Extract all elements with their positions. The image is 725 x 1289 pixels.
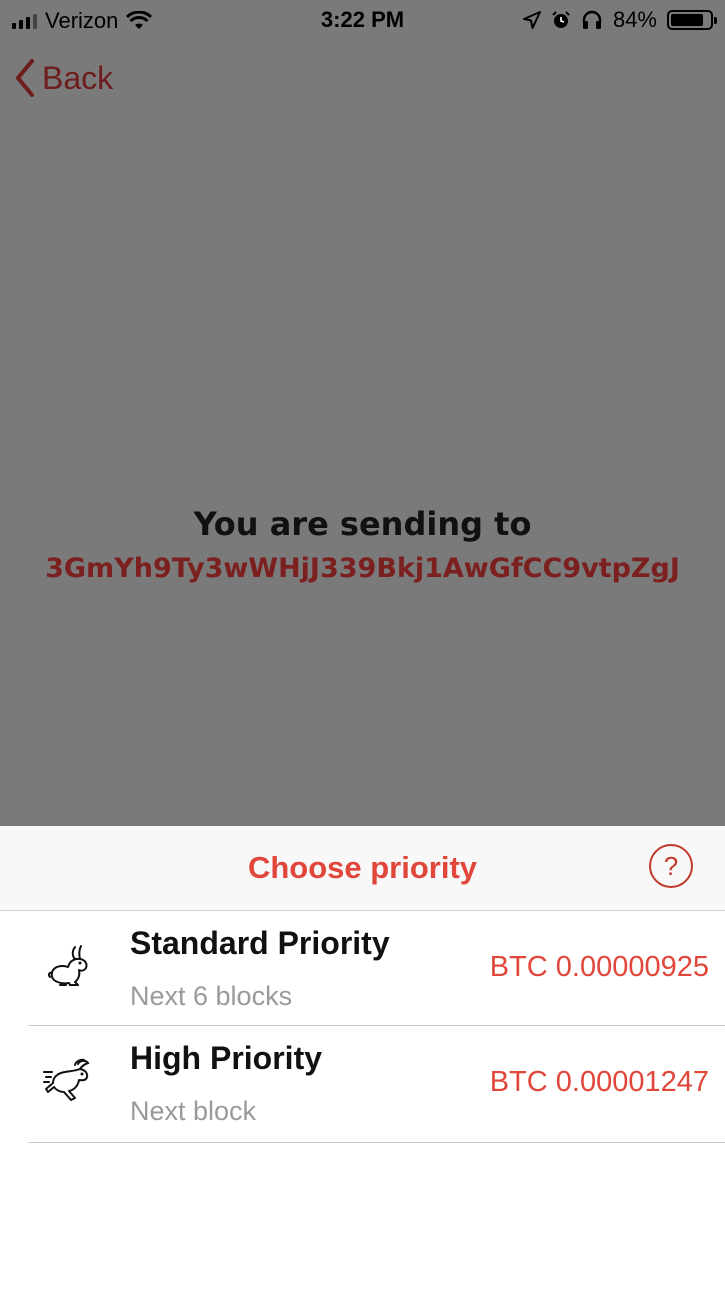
dimmed-backdrop[interactable] [0, 0, 725, 826]
location-arrow-icon [522, 11, 541, 29]
chevron-left-icon [16, 59, 34, 97]
battery-fill [671, 14, 703, 26]
option-subtitle: Next 6 blocks [130, 981, 293, 1011]
screen: Verizon 3:22 PM 84% Back You are sending… [0, 0, 725, 1289]
option-price: BTC 0.00000925 [489, 951, 709, 983]
rabbit-sitting-icon [47, 945, 88, 986]
status-right: 84% [522, 7, 717, 33]
sending-label: You are sending to [193, 505, 532, 543]
back-button[interactable]: Back [14, 58, 113, 98]
status-bar: Verizon 3:22 PM 84% [0, 0, 725, 40]
option-subtitle: Next block [130, 1096, 257, 1126]
priority-sheet: Choose priority ? Standard Priority Next… [0, 826, 725, 1289]
option-price: BTC 0.00001247 [489, 1066, 709, 1098]
option-title: Standard Priority [130, 925, 390, 961]
help-button[interactable]: ? [649, 844, 693, 888]
back-label: Back [42, 59, 114, 96]
option-high-priority[interactable]: High Priority Next block BTC 0.00001247 [28, 1026, 725, 1143]
recipient-address: 3GmYh9Ty3wWHjJ339Bkj1AwGfCC9vtpZgJ [45, 553, 680, 584]
rabbit-running-icon [43, 1058, 90, 1101]
sheet-header: Choose priority ? [0, 826, 725, 911]
battery-percent: 84% [612, 7, 657, 32]
option-standard-priority[interactable]: Standard Priority Next 6 blocks BTC 0.00… [28, 911, 725, 1026]
sending-info: You are sending to 3GmYh9Ty3wWHjJ339Bkj1… [0, 505, 725, 584]
battery-icon [667, 10, 717, 30]
headphones-icon [582, 10, 602, 29]
sheet-title: Choose priority [247, 850, 478, 885]
option-title: High Priority [130, 1040, 323, 1076]
alarm-clock-icon [552, 11, 570, 28]
